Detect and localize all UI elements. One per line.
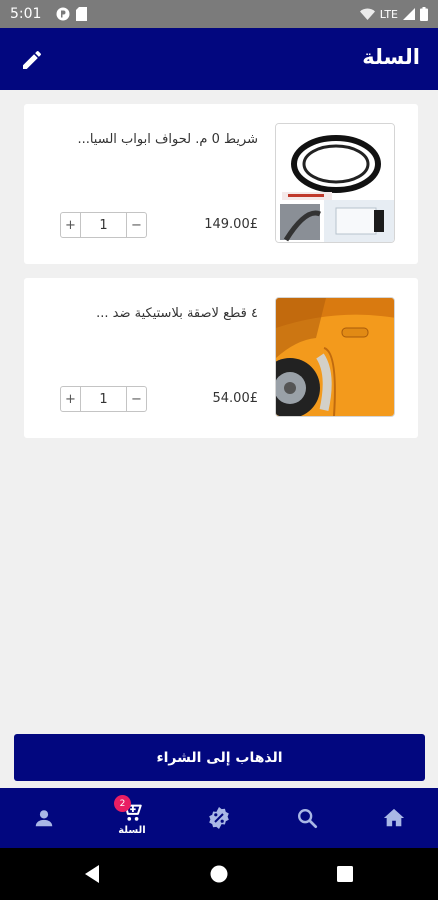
- nav-cart-label: السلة: [118, 824, 146, 836]
- profile-icon: [35, 810, 53, 827]
- recents-square-icon: [337, 866, 353, 882]
- pencil-icon: [23, 50, 42, 69]
- app-bar: السلة: [0, 28, 438, 90]
- quantity-value: 1: [99, 391, 108, 407]
- status-system-icons: LTE: [359, 7, 428, 21]
- system-home-button[interactable]: [207, 862, 231, 886]
- quantity-decrease-button[interactable]: −: [126, 213, 146, 237]
- product-image-graphic: [276, 124, 394, 242]
- status-bar: 5:01 LTE: [0, 0, 438, 28]
- offers-icon: [209, 807, 229, 829]
- search-icon: [298, 809, 318, 829]
- product-title[interactable]: ٤ قطع لاصقة بلاستيكية ضد ...: [33, 306, 258, 321]
- nav-offers[interactable]: [189, 788, 249, 848]
- nav-profile[interactable]: [14, 788, 74, 848]
- quantity-increase-button[interactable]: +: [61, 213, 81, 237]
- network-type: LTE: [379, 7, 398, 21]
- cart-count-badge: 2: [114, 795, 131, 812]
- quantity-stepper[interactable]: + 1 −: [60, 212, 147, 238]
- edit-button[interactable]: [18, 46, 46, 74]
- quantity-value: 1: [99, 217, 108, 233]
- cart-item[interactable]: شريط 0 م. لحواف ابواب السيا... 149.00£ +…: [24, 104, 418, 264]
- home-icon: [383, 808, 405, 827]
- nav-home[interactable]: [364, 788, 424, 848]
- battery-icon: [420, 7, 428, 21]
- page-title: السلة: [362, 45, 420, 69]
- sd-card-icon: [76, 7, 87, 21]
- product-image-edge-trim[interactable]: [275, 123, 395, 243]
- status-notification-icons: [56, 7, 87, 21]
- back-triangle-icon: [85, 865, 99, 883]
- status-time: 5:01: [10, 6, 42, 22]
- bottom-navigation: 2 السلة: [0, 788, 438, 848]
- signal-icon: [403, 8, 415, 20]
- nav-cart[interactable]: 2 السلة: [102, 788, 162, 848]
- system-back-button[interactable]: [80, 862, 104, 886]
- quantity-stepper[interactable]: + 1 −: [60, 386, 147, 412]
- wifi-icon: [359, 8, 375, 20]
- product-image-graphic: [276, 298, 394, 416]
- system-recents-button[interactable]: [333, 862, 357, 886]
- quantity-increase-button[interactable]: +: [61, 387, 81, 411]
- product-title[interactable]: شريط 0 م. لحواف ابواب السيا...: [33, 132, 258, 147]
- product-price: 149.00£: [204, 217, 258, 232]
- app-notification-icon: [56, 7, 70, 21]
- nav-search[interactable]: [277, 788, 337, 848]
- home-circle-icon: [210, 865, 228, 883]
- checkout-button[interactable]: الذهاب إلى الشراء: [14, 734, 425, 781]
- cart-item[interactable]: ٤ قطع لاصقة بلاستيكية ضد ... 54.00£ + 1 …: [24, 278, 418, 438]
- quantity-decrease-button[interactable]: −: [126, 387, 146, 411]
- system-navigation-bar: [0, 848, 438, 900]
- product-image-door-guard[interactable]: [275, 297, 395, 417]
- product-price: 54.00£: [212, 391, 259, 406]
